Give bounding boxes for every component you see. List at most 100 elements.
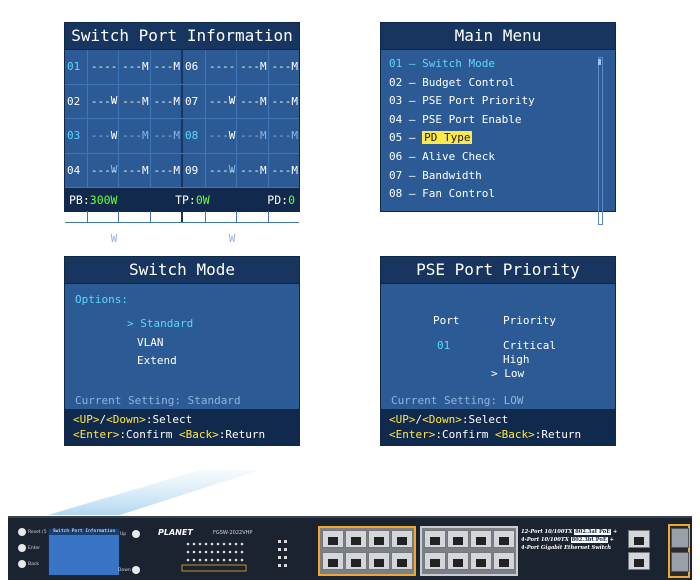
options-label: Options: — [75, 293, 128, 306]
up-label: Up — [120, 532, 127, 537]
port-number: 01 — [67, 60, 81, 74]
port-mode: ---M — [267, 153, 299, 187]
port-watt: ----W — [87, 50, 118, 107]
main-menu-screen: Main Menu 01 – Switch Mode 02 – Budget C… — [380, 22, 616, 225]
back-label: Back — [28, 562, 39, 567]
status-led-array — [181, 542, 247, 572]
current-setting: Current Setting: Standard — [75, 394, 241, 407]
total-power: TP:0W — [175, 192, 210, 207]
rj45-port[interactable] — [368, 552, 390, 570]
uplink-rj45-port[interactable] — [628, 530, 650, 548]
selection-arrow: > — [127, 317, 134, 330]
brand-logo: PLANET — [158, 528, 193, 537]
zoom-beam — [48, 470, 260, 515]
rj45-port[interactable] — [368, 530, 390, 548]
port-mode: ---M — [267, 119, 299, 153]
rj45-port[interactable] — [424, 552, 446, 570]
rj45-port[interactable] — [470, 552, 492, 570]
key-back: <Back> — [178, 428, 219, 441]
sfp-port[interactable] — [671, 528, 689, 548]
rj45-port[interactable] — [493, 530, 515, 548]
port-value: 01 — [437, 339, 451, 352]
rj45-port[interactable] — [391, 530, 413, 548]
main-menu-list: 01 – Switch Mode 02 – Budget Control 03 … — [389, 55, 535, 204]
port-row: 01 ----W ---M ---M 06 ----W ---M ---M — [65, 50, 299, 107]
priority-low[interactable]: > Low — [491, 367, 556, 381]
rj45-port[interactable] — [322, 530, 344, 548]
menu-item-fan-control[interactable]: 08 – Fan Control — [389, 185, 535, 204]
port-number: 06 — [185, 60, 199, 74]
port-watt: ----W — [205, 119, 236, 176]
product-description: 12-Port 10/100TX 802.3at PoE + 4-Port 10… — [521, 529, 618, 551]
menu-scrollbar-thumb[interactable] — [598, 59, 601, 65]
reset-button[interactable] — [18, 528, 26, 536]
port-number: 09 — [185, 163, 199, 177]
menu-item-pse-port-enable[interactable]: 04 – PSE Port Enable — [389, 111, 535, 130]
column-header-port: Port — [433, 314, 460, 327]
port-mode: ---M — [118, 50, 149, 84]
powered-devices: PD:0 — [267, 192, 295, 207]
sfp-port[interactable] — [671, 552, 689, 572]
screen-title: Switch Mode — [65, 257, 299, 284]
key-back: <Back> — [494, 428, 535, 441]
switch-mode-screen: Switch Mode Options: > Standard VLAN Ext… — [64, 256, 300, 446]
mode-led-group — [278, 540, 287, 567]
total-power-value: 0W — [195, 192, 210, 207]
port-row: 04----W---M---M 09----W---M---M — [65, 153, 299, 211]
key-enter: <Enter> — [73, 428, 120, 441]
current-setting: Current Setting: LOW — [391, 394, 524, 407]
port-number: 02 — [67, 94, 81, 108]
port-watt: ----W — [205, 50, 236, 107]
switch-port-information-screen: Switch Port Information 01 ----W ---M ---M … — [64, 22, 300, 245]
port-mode: ---M — [118, 119, 149, 153]
key-down: <Down> — [422, 413, 462, 426]
switch-front-panel: Reset (5 sec) Enter Back Switch Port Inf… — [8, 516, 692, 580]
port-mode: ---M — [236, 84, 267, 118]
menu-item-switch-mode[interactable]: 01 – Switch Mode — [389, 55, 535, 74]
menu-item-pse-port-priority[interactable]: 03 – PSE Port Priority — [389, 92, 535, 111]
priority-high[interactable]: High — [503, 353, 556, 367]
port-mode: ---M — [149, 50, 181, 84]
port-watt: ----W — [87, 153, 118, 211]
screen-title: Main Menu — [381, 23, 615, 50]
rj45-port[interactable] — [447, 552, 469, 570]
down-button[interactable] — [132, 566, 140, 574]
port-mode: ---M — [118, 153, 149, 187]
key-up: <UP> — [73, 413, 100, 426]
rj45-port[interactable] — [470, 530, 492, 548]
pse-port-priority-screen: PSE Port Priority Port Priority 01 Criti… — [380, 256, 616, 446]
menu-scrollbar[interactable] — [598, 57, 603, 225]
priority-critical[interactable]: Critical — [503, 339, 556, 353]
port-mode: ---M — [118, 84, 149, 118]
menu-item-alive-check[interactable]: 06 – Alive Check — [389, 148, 535, 167]
power-budget: PB:300W — [69, 192, 118, 207]
rj45-port[interactable] — [391, 552, 413, 570]
rj45-port[interactable] — [447, 530, 469, 548]
option-extend[interactable]: Extend — [127, 352, 193, 371]
powered-devices-value: 0 — [288, 192, 295, 207]
rj45-port[interactable] — [345, 552, 367, 570]
priority-options: Critical High > Low — [491, 339, 556, 381]
rj45-port[interactable] — [322, 552, 344, 570]
uplink-rj45-port[interactable] — [628, 552, 650, 570]
menu-item-bandwidth[interactable]: 07 – Bandwidth — [389, 167, 535, 186]
rj45-port[interactable] — [493, 552, 515, 570]
options-list: > Standard VLAN Extend — [127, 315, 193, 371]
option-standard[interactable]: > Standard — [127, 315, 193, 334]
menu-item-budget-control[interactable]: 02 – Budget Control — [389, 74, 535, 93]
menu-item-pd-type[interactable]: 05 – PD Type — [389, 129, 535, 148]
port-watt: ----W — [205, 153, 236, 211]
rj45-port[interactable] — [345, 530, 367, 548]
port-mode: ---M — [149, 153, 181, 187]
option-vlan[interactable]: VLAN — [127, 334, 193, 353]
up-button[interactable] — [132, 530, 140, 538]
key-hints: <UP>/<Down>:Select <Enter>:Confirm <Back… — [381, 409, 615, 445]
enter-button[interactable] — [18, 544, 26, 552]
enter-label: Enter — [28, 546, 41, 551]
rj45-port[interactable] — [424, 530, 446, 548]
port-mode: ---M — [149, 119, 181, 153]
port-mode: ---M — [236, 153, 267, 187]
back-button[interactable] — [18, 560, 26, 568]
column-header-priority: Priority — [503, 314, 556, 327]
port-mode: ---M — [267, 84, 299, 118]
